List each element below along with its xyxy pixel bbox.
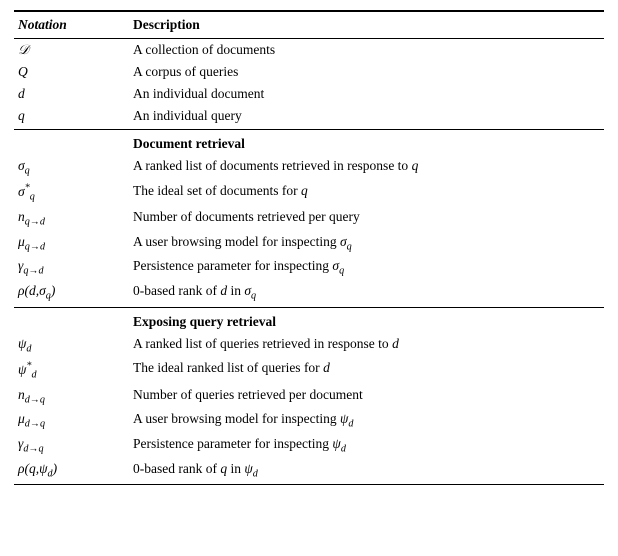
description-cell: The ideal ranked list of queries for d [129, 357, 604, 383]
notation-cell: d [14, 83, 129, 105]
table-row: ρ(q,ψd) 0-based rank of q in ψd [14, 458, 604, 485]
notation-cell: γq→d [14, 255, 129, 280]
section-header-label-document-retrieval: Document retrieval [129, 130, 604, 156]
table-row: nd→q Number of queries retrieved per doc… [14, 384, 604, 409]
notation-cell: 𝒟 [14, 39, 129, 62]
description-cell: Number of documents retrieved per query [129, 206, 604, 231]
description-cell: A user browsing model for inspecting ψd [129, 408, 604, 433]
notation-cell: ψ*d [14, 357, 129, 383]
notation-cell: ψd [14, 333, 129, 358]
notation-cell: Q [14, 61, 129, 83]
description-cell: Number of queries retrieved per document [129, 384, 604, 409]
section-header-notation-document-retrieval [14, 130, 129, 156]
notation-cell: γd→q [14, 433, 129, 458]
notation-cell: nd→q [14, 384, 129, 409]
table-row: γq→d Persistence parameter for inspectin… [14, 255, 604, 280]
description-cell: A ranked list of documents retrieved in … [129, 155, 604, 180]
description-cell: A user browsing model for inspecting σq [129, 231, 604, 256]
description-cell: 0-based rank of d in σq [129, 280, 604, 307]
description-cell: Persistence parameter for inspecting ψd [129, 433, 604, 458]
description-cell: A ranked list of queries retrieved in re… [129, 333, 604, 358]
table-row: ψd A ranked list of queries retrieved in… [14, 333, 604, 358]
table-row: 𝒟 A collection of documents [14, 39, 604, 62]
table-row: σq A ranked list of documents retrieved … [14, 155, 604, 180]
notation-cell: ρ(d,σq) [14, 280, 129, 307]
description-cell: The ideal set of documents for q [129, 180, 604, 206]
description-cell: A corpus of queries [129, 61, 604, 83]
table-row: ρ(d,σq) 0-based rank of d in σq [14, 280, 604, 307]
table-row: q An individual query [14, 105, 604, 130]
table-row: μd→q A user browsing model for inspectin… [14, 408, 604, 433]
section-header-notation-exposing-query [14, 307, 129, 333]
notation-cell: nq→d [14, 206, 129, 231]
notation-table: Notation Description 𝒟 A collection of d… [14, 10, 604, 485]
notation-cell: σq [14, 155, 129, 180]
notation-cell: q [14, 105, 129, 130]
table-row: Q A corpus of queries [14, 61, 604, 83]
section-header-document-retrieval: Document retrieval [14, 130, 604, 156]
description-cell: An individual query [129, 105, 604, 130]
header-notation: Notation [14, 11, 129, 39]
notation-cell: μd→q [14, 408, 129, 433]
table-row: d An individual document [14, 83, 604, 105]
table-row: nq→d Number of documents retrieved per q… [14, 206, 604, 231]
section-header-label-exposing-query: Exposing query retrieval [129, 307, 604, 333]
table-row: σ*q The ideal set of documents for q [14, 180, 604, 206]
notation-cell: μq→d [14, 231, 129, 256]
notation-cell: σ*q [14, 180, 129, 206]
description-cell: Persistence parameter for inspecting σq [129, 255, 604, 280]
description-cell: 0-based rank of q in ψd [129, 458, 604, 485]
table-row: ψ*d The ideal ranked list of queries for… [14, 357, 604, 383]
header-description: Description [129, 11, 604, 39]
description-cell: A collection of documents [129, 39, 604, 62]
description-cell: An individual document [129, 83, 604, 105]
notation-cell: ρ(q,ψd) [14, 458, 129, 485]
table-row: μq→d A user browsing model for inspectin… [14, 231, 604, 256]
section-header-exposing-query: Exposing query retrieval [14, 307, 604, 333]
table-row: γd→q Persistence parameter for inspectin… [14, 433, 604, 458]
